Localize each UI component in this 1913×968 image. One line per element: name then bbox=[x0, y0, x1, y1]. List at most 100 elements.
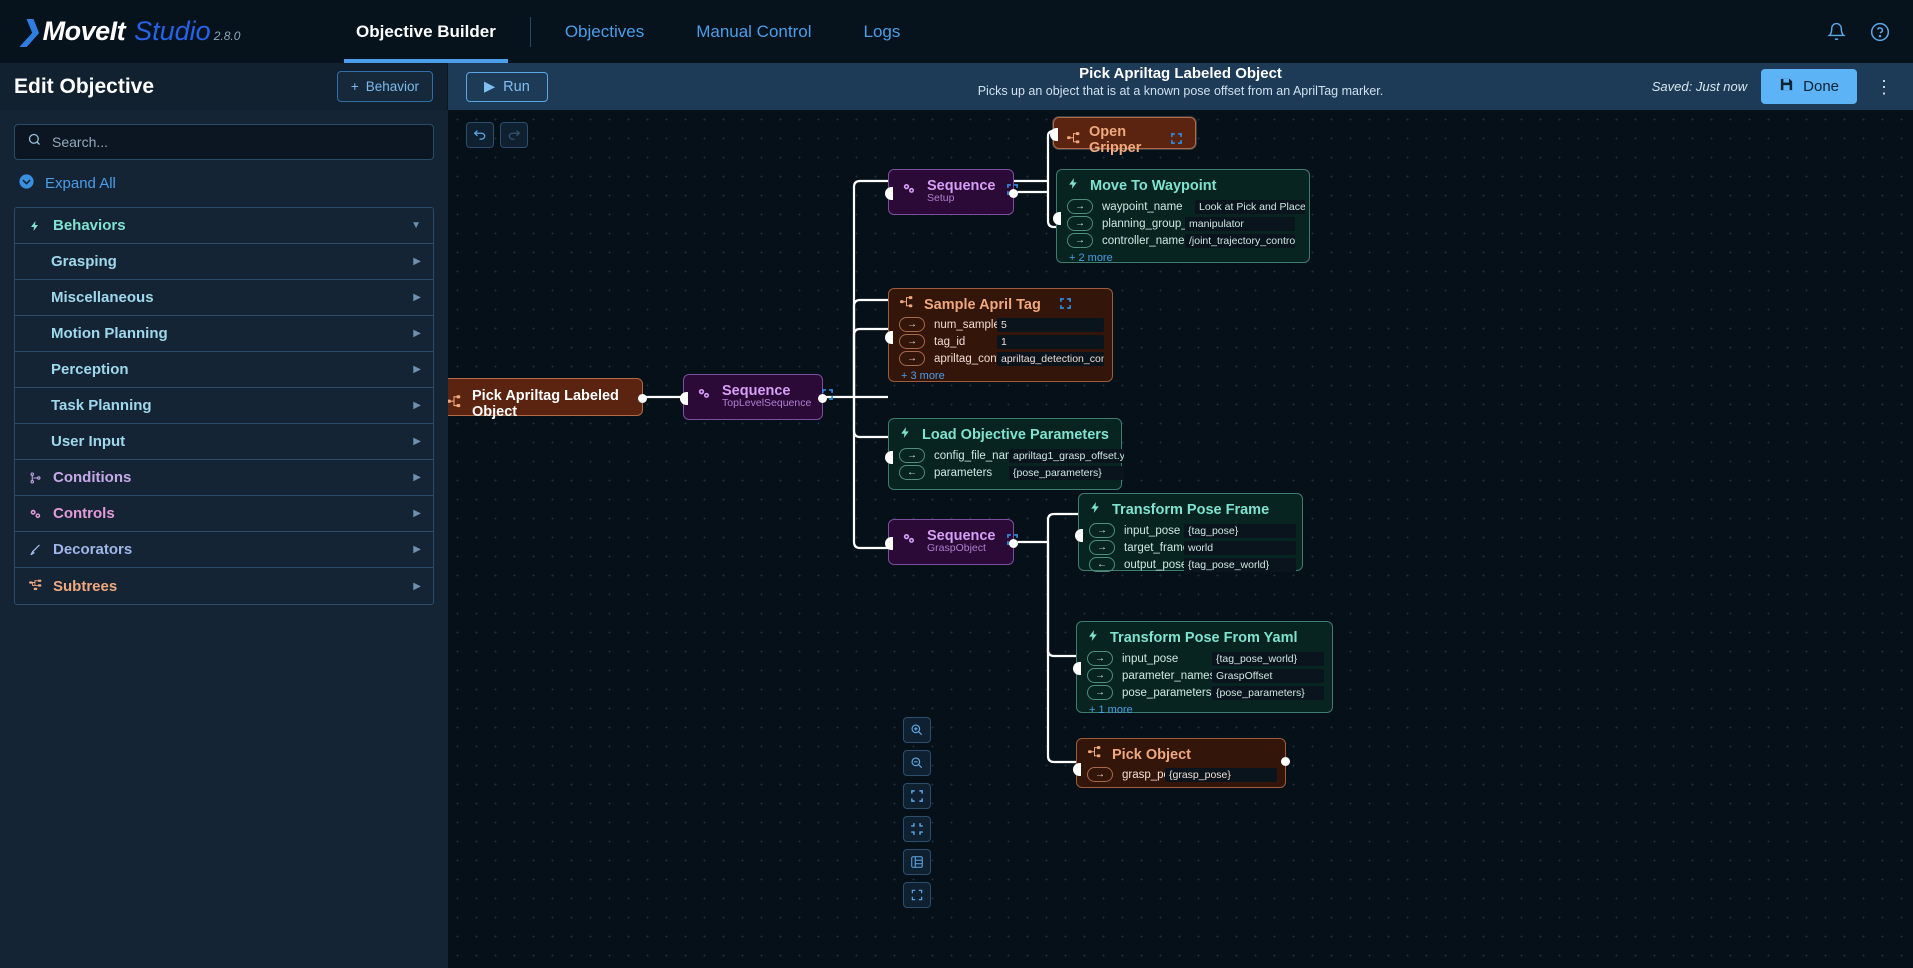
node-output-port[interactable] bbox=[818, 394, 827, 403]
collapse-icon[interactable] bbox=[1170, 132, 1183, 148]
param-value[interactable]: apriltag1_grasp_offset.yaml bbox=[1009, 448, 1124, 463]
sidebar-item-conditions[interactable]: Conditions ▶ bbox=[15, 460, 433, 496]
input-port-icon[interactable]: → bbox=[899, 334, 925, 349]
input-port-icon[interactable]: → bbox=[899, 317, 925, 332]
param-value[interactable]: apriltag_detection_config.yaml bbox=[997, 351, 1104, 366]
node-load-objective-parameters[interactable]: Load Objective Parameters → config_file_… bbox=[885, 418, 1124, 490]
tab-logs[interactable]: Logs bbox=[837, 0, 926, 63]
output-port-icon[interactable]: ← bbox=[1089, 557, 1115, 572]
more-params-link[interactable]: + 2 more bbox=[1057, 249, 1309, 271]
param-value[interactable]: {tag_pose_world} bbox=[1184, 557, 1296, 572]
node-output-port[interactable] bbox=[1009, 189, 1018, 198]
zoom-out-button[interactable] bbox=[903, 750, 931, 776]
zoom-in-button[interactable] bbox=[903, 717, 931, 743]
sidebar-item-subtrees[interactable]: Subtrees ▶ bbox=[15, 568, 433, 604]
bell-icon[interactable] bbox=[1825, 21, 1847, 43]
behavior-tree-canvas[interactable]: Pick Apriltag Labeled Object Sequence To… bbox=[448, 110, 1913, 968]
node-input-port[interactable] bbox=[680, 392, 688, 405]
output-port-icon[interactable]: ← bbox=[899, 465, 925, 480]
node-input-port[interactable] bbox=[885, 451, 893, 464]
node-output-port[interactable] bbox=[1009, 539, 1018, 548]
node-transform-pose-frame[interactable]: Transform Pose Frame → input_pose {tag_p… bbox=[1075, 493, 1303, 572]
node-output-port[interactable] bbox=[1281, 757, 1290, 766]
done-button[interactable]: Done bbox=[1761, 69, 1857, 104]
input-port-icon[interactable]: → bbox=[1089, 523, 1115, 538]
node-input-port[interactable] bbox=[1050, 128, 1058, 141]
node-sequence-graspobject[interactable]: Sequence GraspObject bbox=[885, 519, 1018, 565]
param-value[interactable]: world bbox=[1184, 540, 1296, 555]
input-port-icon[interactable]: → bbox=[1089, 540, 1115, 555]
node-input-port[interactable] bbox=[885, 537, 893, 550]
fit-view-button[interactable] bbox=[903, 783, 931, 809]
node-input-port[interactable] bbox=[885, 331, 893, 344]
param-value[interactable]: Look at Pick and Place Zone bbox=[1195, 199, 1305, 214]
tab-manual-control[interactable]: Manual Control bbox=[670, 0, 837, 63]
node-output-port[interactable] bbox=[638, 394, 647, 403]
more-params-link[interactable]: + 1 more bbox=[1077, 701, 1332, 723]
input-port-icon[interactable]: → bbox=[1067, 216, 1093, 231]
param-value[interactable]: {pose_parameters} bbox=[1212, 685, 1324, 700]
search-input[interactable] bbox=[52, 134, 421, 150]
sidebar-item-grasping[interactable]: Grasping ▶ bbox=[15, 244, 433, 280]
more-params-link[interactable]: + 3 more bbox=[889, 367, 1112, 389]
help-icon[interactable] bbox=[1869, 21, 1891, 43]
node-param-row: → input_pose {tag_pose_world} bbox=[1077, 650, 1332, 667]
input-port-icon[interactable]: → bbox=[1087, 685, 1113, 700]
tab-objective-builder[interactable]: Objective Builder bbox=[330, 0, 522, 63]
run-button[interactable]: ▶ Run bbox=[466, 71, 548, 102]
undo-button[interactable] bbox=[466, 122, 494, 148]
input-port-icon[interactable]: → bbox=[1087, 651, 1113, 666]
sidebar-item-user-input[interactable]: User Input ▶ bbox=[15, 424, 433, 460]
chevron-right-icon: ▶ bbox=[413, 256, 421, 267]
sidebar-item-motion-planning[interactable]: Motion Planning ▶ bbox=[15, 316, 433, 352]
input-port-icon[interactable]: → bbox=[899, 448, 925, 463]
sidebar-item-behaviors[interactable]: Behaviors ▼ bbox=[15, 208, 433, 244]
redo-button[interactable] bbox=[500, 122, 528, 148]
node-sample-april-tag[interactable]: Sample April Tag → num_samples 5 → tag_i… bbox=[885, 288, 1113, 382]
input-port-icon[interactable]: → bbox=[1087, 767, 1113, 782]
node-pick-object[interactable]: Pick Object → grasp_pose {grasp_pose} bbox=[1073, 738, 1290, 788]
node-sequence-toplevelsequence[interactable]: Sequence TopLevelSequence bbox=[680, 374, 834, 420]
input-port-icon[interactable]: → bbox=[899, 351, 925, 366]
param-value[interactable]: /joint_trajectory_controller /rob bbox=[1185, 233, 1295, 248]
node-sequence-setup[interactable]: Sequence Setup bbox=[885, 169, 1018, 215]
node-input-port[interactable] bbox=[885, 187, 893, 200]
node-input-port[interactable] bbox=[1073, 763, 1081, 776]
param-value[interactable]: {tag_pose} bbox=[1184, 523, 1296, 538]
node-open-gripper[interactable]: Open Gripper bbox=[1050, 117, 1196, 156]
param-value[interactable]: {pose_parameters} bbox=[1009, 465, 1124, 480]
sidebar-item-task-planning[interactable]: Task Planning ▶ bbox=[15, 388, 433, 424]
input-port-icon[interactable]: → bbox=[1087, 668, 1113, 683]
node-input-port[interactable] bbox=[1073, 662, 1081, 675]
sidebar-item-perception[interactable]: Perception ▶ bbox=[15, 352, 433, 388]
sidebar-item-miscellaneous[interactable]: Miscellaneous ▶ bbox=[15, 280, 433, 316]
fullscreen-button[interactable] bbox=[903, 882, 931, 908]
param-value[interactable]: manipulator bbox=[1185, 216, 1295, 231]
sidebar-item-controls[interactable]: Controls ▶ bbox=[15, 496, 433, 532]
param-value[interactable]: 5 bbox=[997, 317, 1104, 332]
search-box[interactable] bbox=[14, 124, 434, 160]
expand-all-button[interactable]: Expand All bbox=[14, 160, 434, 207]
node-transform-pose-from-yaml[interactable]: Transform Pose From Yaml → input_pose {t… bbox=[1073, 621, 1333, 716]
tab-objectives[interactable]: Objectives bbox=[539, 0, 670, 63]
param-value[interactable]: GraspOffset bbox=[1212, 668, 1324, 683]
node-input-port[interactable] bbox=[1075, 529, 1083, 542]
collapse-icon[interactable] bbox=[1059, 297, 1072, 313]
layout-button[interactable] bbox=[903, 849, 931, 875]
add-behavior-button[interactable]: + Behavior bbox=[336, 71, 433, 102]
sidebar-item-label: User Input bbox=[51, 433, 126, 450]
input-port-icon[interactable]: → bbox=[1067, 199, 1093, 214]
subtree-icon bbox=[448, 394, 462, 414]
node-move-to-waypoint[interactable]: Move To Waypoint → waypoint_name Look at… bbox=[1053, 169, 1310, 264]
node-input-port[interactable] bbox=[1053, 212, 1061, 225]
category-list: Behaviors ▼ Grasping ▶ Miscellaneous ▶ M… bbox=[14, 207, 434, 605]
param-value[interactable]: {grasp_pose} bbox=[1165, 767, 1277, 782]
node-pick-apriltag-labeled-object[interactable]: Pick Apriltag Labeled Object bbox=[448, 378, 647, 420]
collapse-view-button[interactable] bbox=[903, 816, 931, 842]
node-title: Load Objective Parameters bbox=[922, 427, 1109, 443]
param-value[interactable]: {tag_pose_world} bbox=[1212, 651, 1324, 666]
param-value[interactable]: 1 bbox=[997, 334, 1104, 349]
input-port-icon[interactable]: → bbox=[1067, 233, 1093, 248]
more-options-button[interactable]: ⋮ bbox=[1871, 78, 1897, 96]
sidebar-item-decorators[interactable]: Decorators ▶ bbox=[15, 532, 433, 568]
